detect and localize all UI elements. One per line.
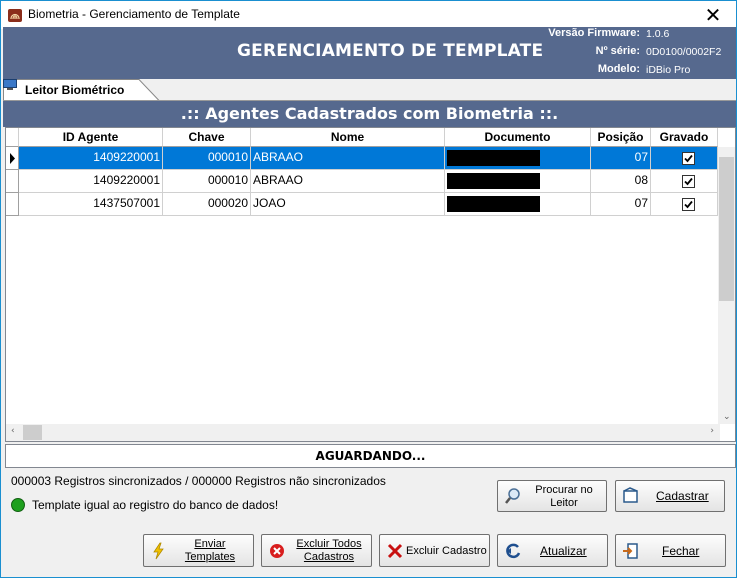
monitor-icon — [3, 79, 17, 90]
cell-documento — [445, 193, 591, 216]
cell-chave: 000010 — [163, 170, 251, 193]
cell-chave: 000020 — [163, 193, 251, 216]
main-window: Biometria - Gerenciamento de Template ✕ … — [0, 0, 737, 578]
title-bar: Biometria - Gerenciamento de Template ✕ — [1, 1, 736, 29]
horizontal-scrollbar[interactable]: ‹ › — [6, 424, 720, 441]
status-dot-icon — [11, 498, 25, 512]
cell-documento — [445, 147, 591, 170]
vertical-scroll-thumb[interactable] — [719, 157, 734, 301]
row-indicator — [6, 170, 19, 193]
cell-gravado — [651, 170, 718, 193]
gravado-checkbox[interactable] — [682, 175, 695, 188]
excluir-todos-label-2: Cadastros — [303, 551, 355, 563]
tab-panel: .:: Agentes Cadastrados com Biometria ::… — [3, 100, 736, 521]
cell-id: 1409220001 — [19, 170, 163, 193]
refresh-icon — [506, 543, 521, 559]
close-icon[interactable]: ✕ — [690, 1, 736, 29]
scroll-down-icon[interactable]: ⌄ — [723, 412, 731, 422]
cell-gravado — [651, 147, 718, 170]
row-indicator — [6, 193, 19, 216]
current-row-indicator — [6, 147, 19, 170]
model-value: iDBio Pro — [646, 64, 691, 76]
gravado-checkbox[interactable] — [682, 152, 695, 165]
fechar-label: Fechar — [662, 544, 700, 558]
model-label: Modelo: — [597, 63, 640, 75]
cadastrar-label: Cadastrar — [656, 489, 709, 503]
fechar-button[interactable]: Fechar — [615, 534, 726, 567]
serial-label: Nº série: — [595, 45, 640, 57]
exit-door-icon — [623, 543, 638, 559]
cell-nome: ABRAAO — [251, 147, 445, 170]
page-header: GERENCIAMENTO DE TEMPLATE Versão Firmwar… — [3, 27, 736, 79]
vertical-scrollbar[interactable]: ⌄ — [718, 147, 735, 424]
device-info: Versão Firmware: 1.0.6 Nº série: 0D0100/… — [3, 27, 736, 79]
cell-nome: JOAO — [251, 193, 445, 216]
cell-posicao: 07 — [591, 147, 651, 170]
atualizar-button[interactable]: Atualizar — [497, 534, 608, 567]
enviar-templates-button[interactable]: Enviar Templates — [143, 534, 254, 567]
cadastrar-button[interactable]: Cadastrar — [615, 480, 725, 512]
redacted-block — [447, 173, 540, 189]
scroll-right-icon[interactable]: › — [710, 426, 714, 436]
cell-nome: ABRAAO — [251, 170, 445, 193]
column-header-id[interactable]: ID Agente — [19, 128, 163, 147]
scroll-left-icon[interactable]: ‹ — [11, 426, 15, 436]
row-header-corner — [6, 128, 19, 147]
cell-id: 1409220001 — [19, 147, 163, 170]
procurar-label-2: Leitor — [550, 497, 578, 509]
cell-gravado — [651, 193, 718, 216]
procurar-label-1: Procurar no — [535, 484, 593, 496]
enviar-label-2: Templates — [184, 551, 236, 563]
column-header-documento[interactable]: Documento — [445, 128, 591, 147]
enviar-label-1: Enviar — [194, 538, 226, 550]
gravado-checkbox[interactable] — [682, 198, 695, 211]
column-header-gravado[interactable]: Gravado — [651, 128, 718, 147]
delete-x-icon — [387, 543, 403, 559]
horizontal-scroll-thumb[interactable] — [23, 425, 42, 440]
tab-label: Leitor Biométrico — [25, 83, 125, 97]
redacted-block — [447, 196, 540, 212]
template-status-text: Template igual ao registro do banco de d… — [32, 498, 279, 512]
column-header-posicao[interactable]: Posição — [591, 128, 651, 147]
cell-documento — [445, 170, 591, 193]
excluir-todos-cadastros-button[interactable]: Excluir Todos Cadastros — [261, 534, 372, 567]
atualizar-label: Atualizar — [540, 544, 587, 558]
status-bar: AGUARDANDO... — [5, 444, 736, 468]
cell-id: 1437507001 — [19, 193, 163, 216]
register-card-icon — [623, 487, 638, 503]
cell-chave: 000010 — [163, 147, 251, 170]
magnifier-icon — [505, 488, 520, 504]
grid-title: .:: Agentes Cadastrados com Biometria ::… — [3, 101, 736, 127]
serial-value: 0D0100/0002F2 — [646, 46, 722, 58]
fingerprint-app-icon — [8, 9, 22, 22]
firmware-label: Versão Firmware: — [548, 27, 640, 39]
cell-posicao: 07 — [591, 193, 651, 216]
agents-grid[interactable]: ID Agente Chave Nome Documento Posição G… — [5, 127, 736, 442]
redacted-block — [447, 150, 540, 166]
excluir-cadastro-label: Excluir Cadastro — [406, 545, 487, 557]
sync-summary: 000003 Registros sincronizados / 000000 … — [11, 474, 386, 488]
procurar-no-leitor-button[interactable]: Procurar no Leitor — [497, 480, 607, 512]
window-title: Biometria - Gerenciamento de Template — [28, 7, 240, 21]
lightning-icon — [153, 542, 164, 560]
column-header-chave[interactable]: Chave — [163, 128, 251, 147]
delete-circle-icon — [270, 544, 284, 558]
tab-strip: Leitor Biométrico — [3, 79, 736, 101]
cell-posicao: 08 — [591, 170, 651, 193]
tab-leitor-biometrico[interactable]: Leitor Biométrico — [3, 79, 163, 101]
excluir-todos-label-1: Excluir Todos — [296, 538, 362, 550]
column-header-nome[interactable]: Nome — [251, 128, 445, 147]
excluir-cadastro-button[interactable]: Excluir Cadastro — [379, 534, 490, 567]
firmware-value: 1.0.6 — [646, 28, 670, 40]
